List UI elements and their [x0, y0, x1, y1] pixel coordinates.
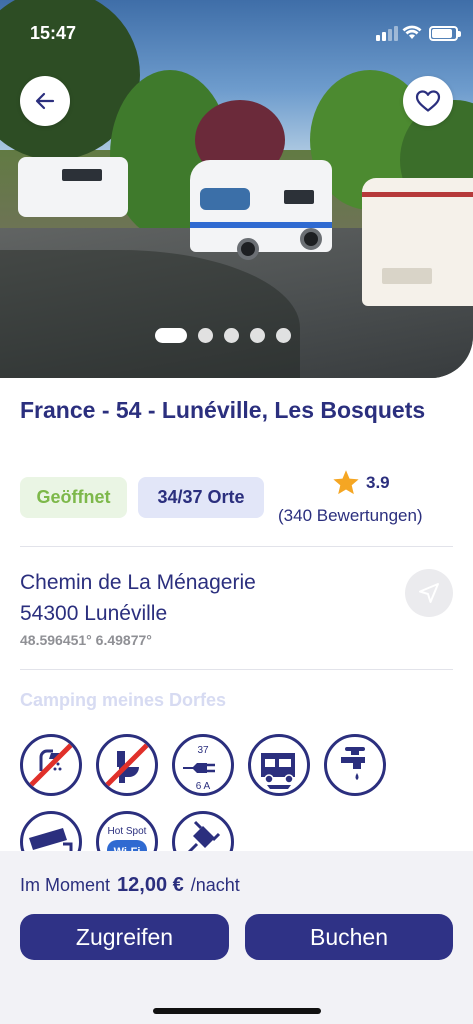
amenity-water-tap[interactable] — [324, 734, 386, 796]
gallery-dot-active[interactable] — [155, 328, 187, 343]
signal-icon — [394, 26, 398, 41]
favorite-button[interactable] — [403, 76, 453, 126]
tap-icon — [341, 747, 365, 780]
section-title: Camping meines Dorfes — [20, 690, 227, 710]
gallery-dot[interactable] — [224, 328, 239, 343]
amenity-wifi-label: Hot Spot — [108, 826, 147, 837]
amenity-electricity[interactable]: 37 6 A — [172, 734, 234, 796]
amenity-no-toilet[interactable] — [96, 734, 158, 796]
navigation-arrow-icon — [419, 583, 439, 603]
heart-icon — [415, 90, 441, 112]
wifi-icon — [402, 25, 422, 39]
amenity-no-shower[interactable] — [20, 734, 82, 796]
star-icon — [333, 470, 359, 495]
amenity-electricity-top-label: 37 — [197, 745, 209, 756]
camper-icon — [261, 753, 295, 789]
shower-crossed-icon — [25, 739, 77, 791]
photo-gallery[interactable]: 15:47 — [0, 0, 473, 378]
rating[interactable]: 3.9 — [332, 469, 390, 496]
battery-icon — [429, 26, 461, 41]
divider — [20, 546, 453, 547]
open-status-badge: Geöffnet — [20, 477, 127, 518]
toilet-crossed-icon — [101, 739, 153, 791]
gallery-dot[interactable] — [250, 328, 265, 343]
status-bar: 15:47 — [0, 0, 473, 60]
price-unit: /nacht — [190, 875, 240, 895]
grab-button[interactable]: Zugreifen — [20, 914, 229, 960]
price-prefix: Im Moment — [20, 875, 111, 895]
listing-title: France - 54 - Lunéville, Les Bosquets — [20, 397, 426, 423]
back-button[interactable] — [20, 76, 70, 126]
places-count-badge: 34/37 Orte — [138, 477, 264, 518]
rating-value: 3.9 — [366, 472, 390, 492]
reviews-count[interactable]: (340 Bewertungen) — [278, 506, 423, 526]
signal-icon — [376, 35, 380, 41]
address-line-2: 54300 Lunéville — [20, 602, 168, 625]
gallery-dot[interactable] — [276, 328, 291, 343]
gallery-dot[interactable] — [198, 328, 213, 343]
gallery-photo-camper — [18, 157, 128, 217]
status-time: 15:47 — [30, 23, 77, 43]
signal-icon — [382, 32, 386, 41]
amenity-electricity-bottom-label: 6 A — [196, 781, 211, 792]
arrow-left-icon — [35, 92, 55, 110]
signal-icon — [388, 29, 392, 41]
price-line: Im Moment 12,00 € /nacht — [20, 874, 240, 897]
divider — [20, 669, 453, 670]
amenity-motorhome-service[interactable] — [248, 734, 310, 796]
gallery-photo-wheel — [237, 238, 259, 260]
gallery-photo-camper — [362, 178, 473, 306]
price-value: 12,00 € — [117, 874, 184, 896]
gallery-pagination — [155, 328, 291, 343]
navigate-button[interactable] — [405, 569, 453, 617]
gps-coordinates: 48.596451° 6.49877° — [20, 632, 152, 648]
address-line-1: Chemin de La Ménagerie — [20, 571, 256, 594]
book-button[interactable]: Buchen — [245, 914, 453, 960]
home-indicator[interactable] — [153, 1008, 321, 1014]
plug-icon: 37 6 A — [183, 745, 215, 792]
gallery-photo-wheel — [300, 228, 322, 250]
